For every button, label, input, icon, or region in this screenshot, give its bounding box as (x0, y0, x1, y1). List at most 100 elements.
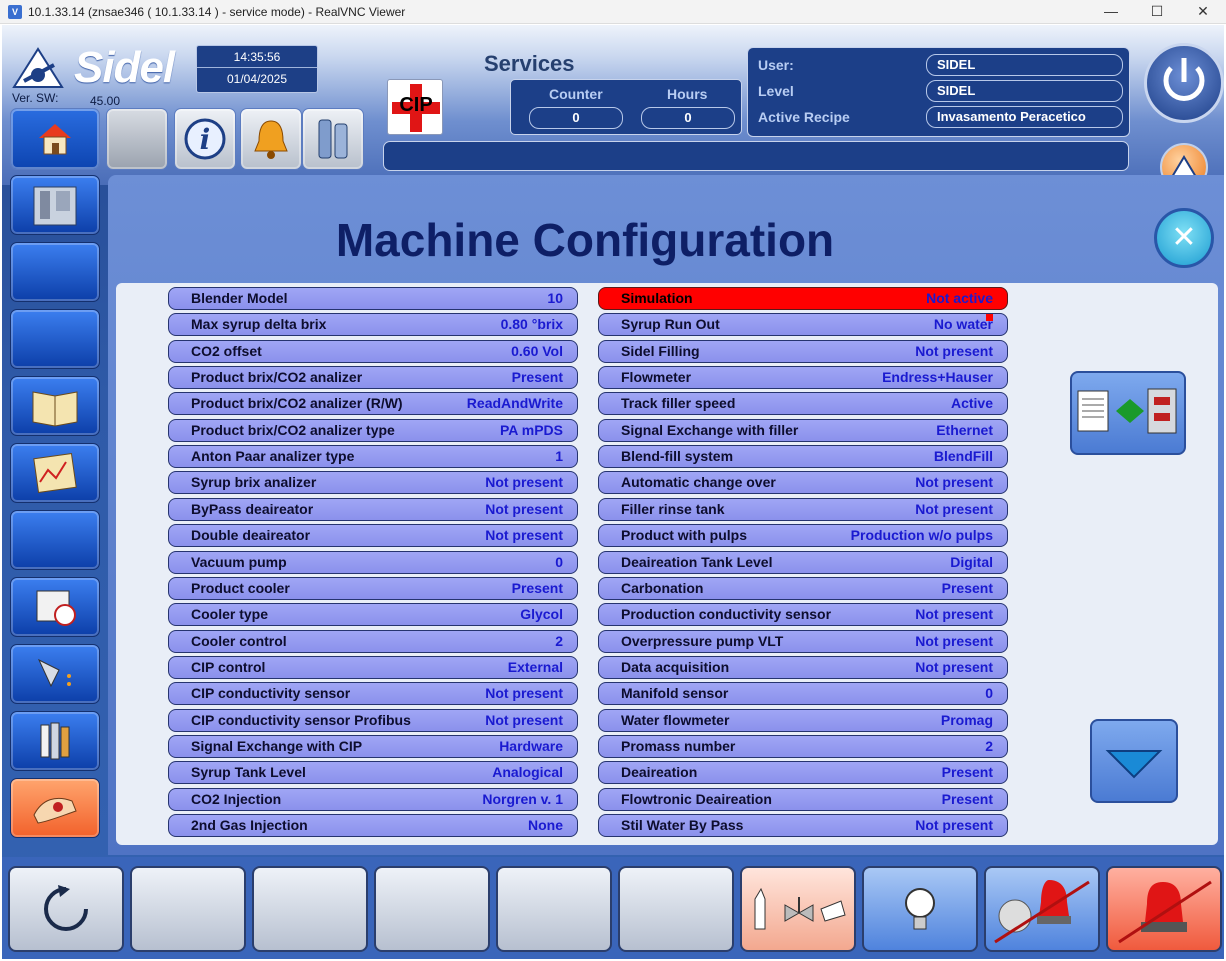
vnc-app-icon: V (8, 4, 22, 19)
lamp-test-button[interactable] (862, 866, 978, 952)
alarm-reset-button[interactable] (1106, 866, 1222, 952)
config-label: Syrup Tank Level (191, 764, 306, 781)
close-page-button[interactable]: ✕ (1154, 208, 1214, 268)
clock: 14:35:56 01/04/2025 (196, 45, 318, 93)
config-right-row[interactable]: Track filler speed Active (598, 392, 1008, 416)
config-right-row[interactable]: Flowtronic Deaireation Present (598, 787, 1008, 811)
bottom-blank-button-2[interactable] (252, 866, 368, 952)
hours-label: Hours (667, 86, 708, 102)
config-left-row[interactable]: Product brix/CO2 analizer (R/W) ReadAndWr… (168, 392, 578, 416)
config-right-row[interactable]: Deaireation Present (598, 761, 1008, 785)
config-left-row[interactable]: Syrup brix analizer Not present (168, 471, 578, 495)
close-window-button[interactable]: ✕ (1180, 0, 1226, 24)
manual-valve-button[interactable] (740, 866, 856, 952)
config-value: Present (941, 790, 993, 807)
config-left-row[interactable]: Blender Model 10 (168, 287, 578, 310)
config-right-row[interactable]: Data acquisition Not present (598, 655, 1008, 679)
config-right-row[interactable]: Flowmeter Endress+Hauser (598, 366, 1008, 390)
window-title: 10.1.33.14 (znsae346 ( 10.1.33.14 ) - se… (28, 4, 406, 19)
info-button[interactable]: i (174, 108, 236, 170)
config-value: Not present (485, 474, 563, 491)
config-right-row[interactable]: Simulation Not active (598, 287, 1008, 310)
power-icon (1163, 58, 1205, 101)
config-left-row[interactable]: Max syrup delta brix 0.80 °brix (168, 313, 578, 337)
minimize-button[interactable]: — (1088, 0, 1134, 24)
sidel-logo-icon (12, 47, 64, 88)
config-right-row[interactable]: Automatic change over Not present (598, 471, 1008, 495)
home-button[interactable] (10, 108, 100, 170)
sidebar-schedule-button[interactable] (10, 577, 100, 637)
config-right-row[interactable]: Syrup Run Out No water (598, 313, 1008, 337)
config-right-row[interactable]: Blend-fill system BlendFill (598, 445, 1008, 469)
config-value: 1 (555, 448, 563, 465)
config-left-row[interactable]: Anton Paar analizer type 1 (168, 445, 578, 469)
config-right-row[interactable]: Carbonation Present (598, 576, 1008, 600)
config-label: Data acquisition (621, 658, 730, 675)
config-right-row[interactable]: Sidel Filling Not present (598, 339, 1008, 363)
config-value: Endress+Hauser (882, 369, 993, 386)
config-label: Product brix/CO2 analizer (191, 369, 363, 386)
sidebar-service-button[interactable] (10, 778, 100, 838)
refresh-button[interactable] (8, 866, 124, 952)
config-left-row[interactable]: CIP conductivity sensor Not present (168, 682, 578, 706)
config-right-row[interactable]: Overpressure pump VLT Not present (598, 629, 1008, 653)
config-right-row[interactable]: Production conductivity sensor Not presen… (598, 603, 1008, 627)
config-value: 10 (547, 290, 563, 306)
config-left-row[interactable]: CIP control External (168, 655, 578, 679)
close-icon: ✕ (1171, 221, 1197, 254)
config-left-row[interactable]: Product cooler Present (168, 576, 578, 600)
sidebar-blank-button-2[interactable] (10, 309, 100, 369)
sidebar-blank-button-3[interactable] (10, 510, 100, 570)
config-label: Sidel Filling (621, 342, 700, 359)
sidebar-chart-button[interactable] (10, 443, 100, 503)
config-label: Automatic change over (621, 474, 776, 491)
config-left-row[interactable]: CIP conductivity sensor Profibus Not pres… (168, 708, 578, 732)
config-left-row[interactable]: Syrup Tank Level Analogical (168, 761, 578, 785)
config-left-row[interactable]: 2nd Gas Injection None (168, 814, 578, 837)
bottom-blank-button-4[interactable] (496, 866, 612, 952)
config-left-row[interactable]: CO2 offset 0.60 Vol (168, 339, 578, 363)
bottom-blank-button-3[interactable] (374, 866, 490, 952)
login-keys-button[interactable] (302, 108, 364, 170)
maximize-button[interactable]: ☐ (1134, 0, 1180, 24)
user-label: User: (758, 57, 794, 73)
scroll-down-button[interactable] (1090, 719, 1178, 803)
config-left-row[interactable]: Cooler control 2 (168, 629, 578, 653)
config-right-row[interactable]: Product with pulps Production w/o pulps (598, 524, 1008, 548)
config-right-row[interactable]: Filler rinse tank Not present (598, 497, 1008, 521)
config-left-row[interactable]: Vacuum pump 0 (168, 550, 578, 574)
config-left-row[interactable]: ByPass deaireator Not present (168, 497, 578, 521)
config-right-row[interactable]: Manifold sensor 0 (598, 682, 1008, 706)
blank-button[interactable] (106, 108, 168, 170)
bottom-blank-button-1[interactable] (130, 866, 246, 952)
keys-icon (318, 119, 348, 159)
config-left-row[interactable]: CO2 Injection Norgren v. 1 (168, 787, 578, 811)
config-left-row[interactable]: Product brix/CO2 analizer Present (168, 366, 578, 390)
power-button[interactable] (1144, 43, 1224, 123)
config-right-row[interactable]: Promass number 2 (598, 734, 1008, 758)
config-left-row[interactable]: Signal Exchange with CIP Hardware (168, 734, 578, 758)
bottom-blank-button-5[interactable] (618, 866, 734, 952)
config-value: 0 (555, 553, 563, 570)
hmi-header: Sidel Ver. SW: 45.00 14:35:56 01/04/2025… (2, 25, 1224, 185)
sidebar-tools-button[interactable] (10, 711, 100, 771)
config-value: Hardware (499, 737, 563, 754)
config-right-row[interactable]: Signal Exchange with filler Ethernet (598, 418, 1008, 442)
sidebar-book-button[interactable] (10, 376, 100, 436)
config-left-row[interactable]: Product brix/CO2 analizer type PA mPDS (168, 418, 578, 442)
config-right-row[interactable]: Stil Water By Pass Not present (598, 814, 1008, 837)
config-label: Promass number (621, 737, 736, 754)
export-config-button[interactable] (1070, 371, 1186, 455)
config-value: Digital (950, 553, 993, 570)
alarm-bell-button[interactable] (240, 108, 302, 170)
sidebar-lamp-button[interactable] (10, 644, 100, 704)
config-right-row[interactable]: Deaireation Tank Level Digital (598, 550, 1008, 574)
config-value: BlendFill (933, 448, 993, 465)
horn-silence-button[interactable] (984, 866, 1100, 952)
config-label: CO2 offset (191, 342, 262, 359)
config-left-row[interactable]: Double deaireator Not present (168, 524, 578, 548)
config-label: Blender Model (191, 290, 288, 306)
config-left-row[interactable]: Cooler type Glycol (168, 603, 578, 627)
config-right-row[interactable]: Water flowmeter Promag (598, 708, 1008, 732)
config-label: Blend-fill system (621, 448, 734, 465)
